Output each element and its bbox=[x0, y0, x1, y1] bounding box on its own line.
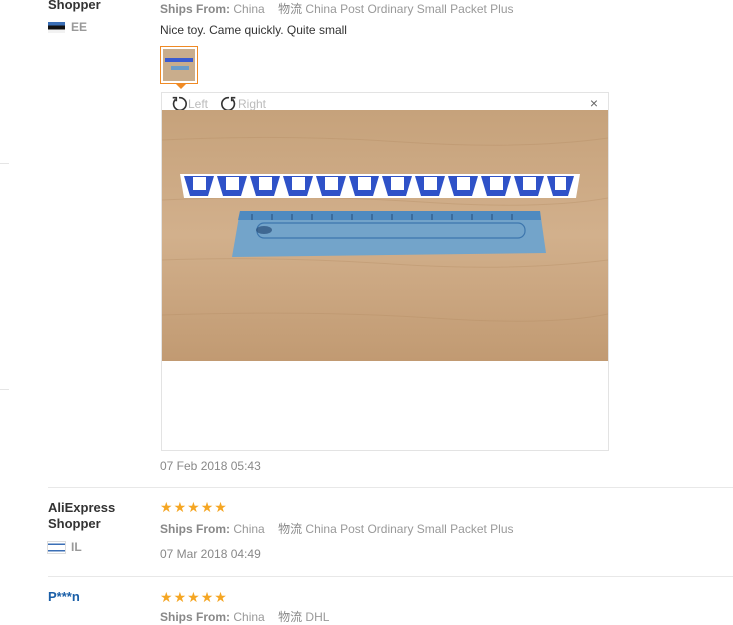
star-icon: ★ bbox=[173, 499, 187, 515]
ships-from-label: Ships From: bbox=[160, 522, 231, 536]
thumbnail-pointer bbox=[176, 84, 186, 89]
shipping-info: Ships From: China 物流 China Post Ordinary… bbox=[160, 520, 514, 537]
photo-viewer: Left Right × bbox=[161, 92, 609, 451]
star-rating: ★ ★ ★ ★ ★ bbox=[160, 590, 227, 604]
review-separator bbox=[48, 576, 733, 577]
star-icon: ★ bbox=[160, 499, 173, 515]
flag-il-icon bbox=[47, 540, 66, 554]
country-code: IL bbox=[71, 540, 82, 554]
reviewer-name: Shopper bbox=[48, 0, 101, 12]
shipping-info: Ships From: China 物流 DHL bbox=[160, 608, 329, 625]
review-text: Nice toy. Came quickly. Quite small bbox=[160, 23, 347, 37]
ships-from-value: China bbox=[233, 2, 265, 16]
close-icon[interactable]: × bbox=[590, 96, 598, 110]
star-icon: ★ bbox=[200, 589, 214, 605]
rotate-right-label: Right bbox=[238, 97, 267, 111]
star-rating: ★ ★ ★ ★ ★ bbox=[160, 500, 227, 514]
left-edge-line bbox=[0, 389, 9, 390]
star-icon: ★ bbox=[187, 499, 200, 515]
logistics-label: 物流 bbox=[278, 610, 303, 624]
reviewer-country: IL bbox=[47, 540, 82, 554]
ships-from-label: Ships From: bbox=[160, 2, 231, 16]
ships-from-label: Ships From: bbox=[160, 610, 231, 624]
reviewer-country: EE bbox=[48, 20, 87, 34]
photo-image bbox=[162, 110, 608, 361]
star-icon: ★ bbox=[214, 589, 227, 605]
shipping-info: Ships From: China 物流 China Post Ordinary… bbox=[160, 0, 514, 17]
rotate-left-label: Left bbox=[188, 97, 209, 111]
logistics-label: 物流 bbox=[278, 2, 303, 16]
logistics-value: China Post Ordinary Small Packet Plus bbox=[305, 2, 514, 16]
reviewer-name[interactable]: P***n bbox=[48, 589, 80, 605]
flag-ee-icon bbox=[48, 21, 65, 33]
left-edge-line bbox=[0, 163, 9, 164]
thumbnail-image bbox=[163, 49, 195, 81]
country-code: EE bbox=[71, 20, 88, 34]
review-date: 07 Feb 2018 05:43 bbox=[160, 459, 261, 473]
star-icon: ★ bbox=[187, 589, 200, 605]
reviewer-name: AliExpress Shopper bbox=[48, 500, 116, 531]
star-icon: ★ bbox=[173, 589, 187, 605]
logistics-value: DHL bbox=[305, 610, 330, 624]
ships-from-value: China bbox=[233, 610, 265, 624]
review-separator bbox=[48, 487, 733, 488]
star-icon: ★ bbox=[200, 499, 214, 515]
review-photo-thumbnail[interactable] bbox=[160, 46, 198, 84]
review-date: 07 Mar 2018 04:49 bbox=[160, 547, 261, 561]
ships-from-value: China bbox=[233, 522, 265, 536]
logistics-label: 物流 bbox=[278, 522, 303, 536]
star-icon: ★ bbox=[214, 499, 227, 515]
review-photo bbox=[162, 110, 608, 361]
logistics-value: China Post Ordinary Small Packet Plus bbox=[305, 522, 514, 536]
star-icon: ★ bbox=[160, 589, 173, 605]
